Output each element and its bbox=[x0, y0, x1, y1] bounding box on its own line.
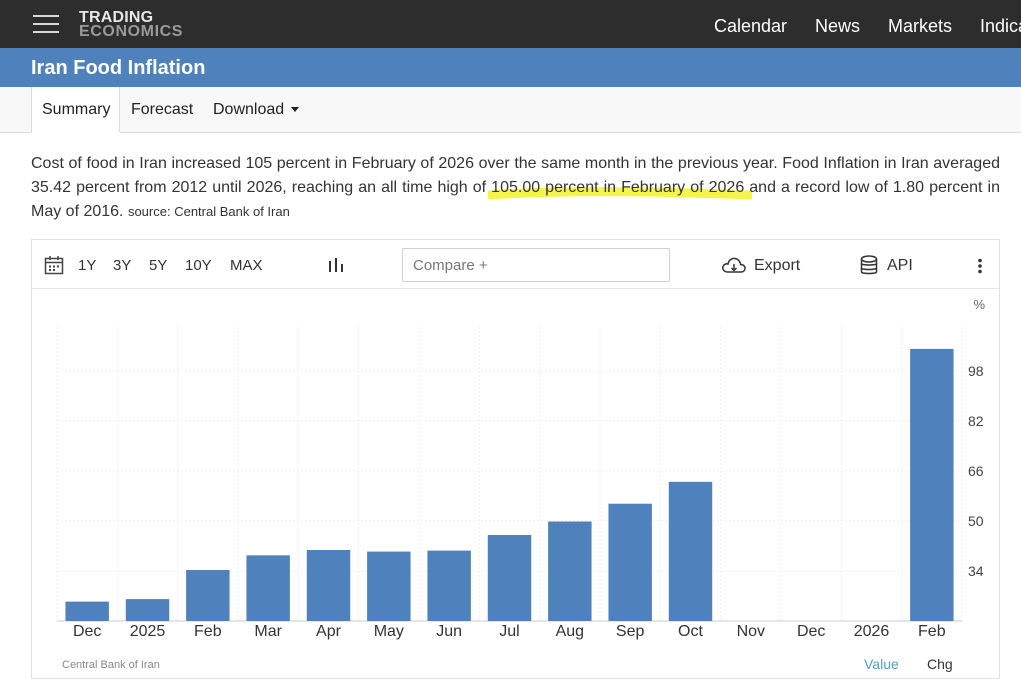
bar-2025-1[interactable] bbox=[125, 599, 170, 621]
range-max[interactable]: MAX bbox=[230, 257, 263, 274]
footer-source[interactable]: Central Bank of Iran bbox=[62, 659, 160, 671]
compare-input[interactable] bbox=[402, 248, 670, 282]
tab-forecast[interactable]: Forecast bbox=[131, 87, 193, 133]
title-bar: Iran Food Inflation bbox=[0, 48, 1021, 87]
chart-toolbar: 1Y 3Y 5Y 10Y MAX Export API bbox=[32, 240, 999, 289]
bar-may-5[interactable] bbox=[367, 551, 411, 621]
bar-feb-14[interactable] bbox=[910, 348, 954, 621]
x-tick-label: Dec bbox=[797, 623, 825, 640]
chart-card: 1Y 3Y 5Y 10Y MAX Export API % 34 50 66 82 98 bbox=[31, 239, 1000, 679]
y-tick-label: 34 bbox=[968, 563, 984, 579]
food-inflation-chart: % 34 50 66 82 98 Dec 2025 Feb Mar Apr May Jun Jul Au… bbox=[56, 297, 985, 640]
page-title: Iran Food Inflation bbox=[31, 57, 206, 79]
x-tick-label: Feb bbox=[918, 623, 946, 640]
x-tick-label: May bbox=[374, 623, 404, 640]
x-tick-label: Sep bbox=[616, 623, 645, 640]
cloud-download-icon[interactable] bbox=[721, 256, 747, 276]
x-tick-label: Feb bbox=[194, 623, 222, 640]
range-10y[interactable]: 10Y bbox=[185, 257, 212, 274]
bar-jul-7[interactable] bbox=[487, 534, 532, 621]
export-button[interactable]: Export bbox=[754, 257, 800, 275]
menu-icon[interactable] bbox=[33, 14, 59, 34]
nav-markets[interactable]: Markets bbox=[888, 16, 952, 37]
range-5y[interactable]: 5Y bbox=[149, 257, 167, 274]
description: Cost of food in Iran increased 105 perce… bbox=[31, 152, 1000, 224]
more-vertical-icon[interactable] bbox=[977, 258, 983, 274]
bar-sep-9[interactable] bbox=[608, 503, 652, 621]
chart-bars bbox=[65, 348, 954, 621]
x-tick-label: Nov bbox=[737, 623, 765, 640]
chg-toggle[interactable]: Chg bbox=[927, 656, 953, 672]
tab-bar: Summary Forecast Download bbox=[0, 87, 1021, 133]
x-tick-label: Mar bbox=[254, 623, 282, 640]
tab-download-label: Download bbox=[213, 101, 285, 118]
x-tick-label: Oct bbox=[678, 623, 703, 640]
x-tick-label: Apr bbox=[316, 623, 342, 640]
value-toggle[interactable]: Value bbox=[864, 656, 899, 672]
nav-news[interactable]: News bbox=[815, 16, 860, 37]
top-nav: TRADING ECONOMICS Calendar News Markets … bbox=[0, 0, 1021, 48]
logo-line2: ECONOMICS bbox=[79, 23, 184, 40]
bar-feb-2[interactable] bbox=[186, 570, 230, 621]
x-tick-label: 2025 bbox=[130, 623, 166, 640]
bar-jun-6[interactable] bbox=[427, 550, 471, 621]
x-axis: Dec 2025 Feb Mar Apr May Jun Jul Aug Sep Oct Nov Dec… bbox=[73, 623, 946, 640]
y-tick-label: 50 bbox=[968, 513, 984, 529]
y-tick-label: 98 bbox=[968, 363, 984, 379]
y-axis: 34 50 66 82 98 bbox=[968, 363, 984, 579]
bar-aug-8[interactable] bbox=[548, 521, 592, 621]
unit-label: % bbox=[973, 297, 985, 312]
bar-oct-10[interactable] bbox=[668, 481, 713, 621]
range-1y[interactable]: 1Y bbox=[78, 257, 96, 274]
nav-indicators[interactable]: Indicators bbox=[980, 16, 1021, 37]
x-tick-label: Aug bbox=[556, 623, 584, 640]
tab-download[interactable]: Download bbox=[213, 87, 300, 133]
calendar-icon[interactable] bbox=[44, 255, 64, 275]
x-tick-label: Jun bbox=[436, 623, 462, 640]
nav-calendar[interactable]: Calendar bbox=[714, 16, 787, 37]
x-tick-label: Dec bbox=[73, 623, 101, 640]
tab-summary[interactable]: Summary bbox=[31, 87, 120, 133]
bar-chart-icon[interactable] bbox=[328, 257, 344, 273]
caret-down-icon bbox=[291, 107, 300, 113]
bar-dec-0[interactable] bbox=[65, 601, 109, 621]
x-tick-label: Jul bbox=[499, 623, 519, 640]
description-source[interactable]: source: Central Bank of Iran bbox=[128, 204, 290, 219]
x-tick-label: 2026 bbox=[854, 623, 890, 640]
logo[interactable]: TRADING ECONOMICS bbox=[79, 10, 184, 40]
y-tick-label: 66 bbox=[968, 463, 984, 479]
bar-apr-4[interactable] bbox=[306, 550, 351, 621]
y-tick-label: 82 bbox=[968, 413, 984, 429]
api-button[interactable]: API bbox=[887, 257, 913, 275]
range-3y[interactable]: 3Y bbox=[113, 257, 131, 274]
database-icon[interactable] bbox=[860, 255, 878, 277]
bar-mar-3[interactable] bbox=[246, 555, 290, 621]
